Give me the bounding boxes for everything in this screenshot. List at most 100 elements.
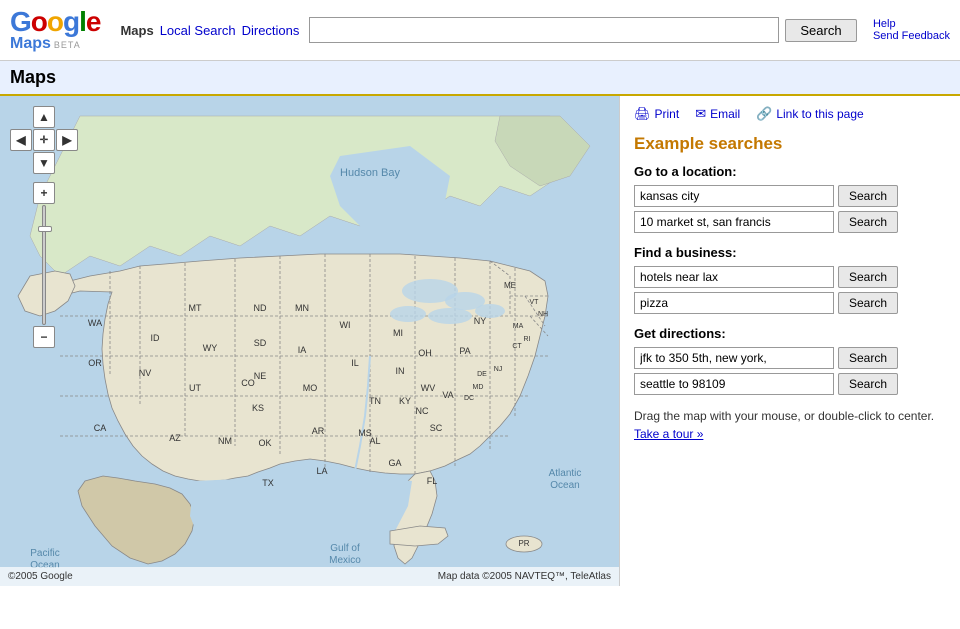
svg-text:AZ: AZ xyxy=(169,433,181,443)
nav-local-search-link[interactable]: Local Search xyxy=(160,23,236,38)
map-svg: WA OR CA NV ID MT WY UT AZ NM CO ND SD N… xyxy=(0,96,620,586)
find-business-section: Find a business: Search Search xyxy=(634,245,946,314)
svg-text:IL: IL xyxy=(351,358,359,368)
svg-text:OR: OR xyxy=(88,358,102,368)
nav-links: Maps Local Search Directions xyxy=(120,23,299,38)
svg-text:UT: UT xyxy=(189,383,201,393)
drag-info: Drag the map with your mouse, or double-… xyxy=(634,407,946,443)
svg-text:TX: TX xyxy=(262,478,274,488)
location-example-input-1[interactable] xyxy=(634,185,834,207)
help-link[interactable]: Help xyxy=(873,18,950,30)
search-input[interactable] xyxy=(309,17,779,43)
svg-text:Mexico: Mexico xyxy=(329,555,361,566)
svg-text:SD: SD xyxy=(254,338,267,348)
svg-text:RI: RI xyxy=(524,336,531,343)
svg-text:WA: WA xyxy=(88,318,102,328)
search-bar: Search xyxy=(309,17,863,43)
svg-text:AR: AR xyxy=(312,426,325,436)
directions-search-btn-1[interactable]: Search xyxy=(838,347,898,369)
go-to-location-label: Go to a location: xyxy=(634,164,946,179)
print-link[interactable]: 🖨 Print xyxy=(634,106,679,122)
directions-example-row-2: Search xyxy=(634,373,946,395)
business-example-row-1: Search xyxy=(634,266,946,288)
zoom-thumb[interactable] xyxy=(38,226,52,232)
pan-center-button[interactable]: ✛ xyxy=(33,129,55,151)
svg-text:NV: NV xyxy=(139,368,152,378)
svg-text:Ocean: Ocean xyxy=(550,480,579,491)
pan-up-button[interactable]: ▲ xyxy=(33,106,55,128)
svg-text:ME: ME xyxy=(504,281,516,290)
map-container[interactable]: WA OR CA NV ID MT WY UT AZ NM CO ND SD N… xyxy=(0,96,620,586)
drag-info-text: Drag the map with your mouse, or double-… xyxy=(634,409,934,423)
svg-text:FL: FL xyxy=(427,476,438,486)
location-example-row-1: Search xyxy=(634,185,946,207)
directions-example-input-1[interactable] xyxy=(634,347,834,369)
svg-text:CT: CT xyxy=(512,343,522,350)
google-logo: Google xyxy=(10,8,100,36)
svg-text:DC: DC xyxy=(464,395,474,402)
directions-example-input-2[interactable] xyxy=(634,373,834,395)
svg-text:TN: TN xyxy=(369,396,381,406)
feedback-link[interactable]: Send Feedback xyxy=(873,30,950,42)
find-business-label: Find a business: xyxy=(634,245,946,260)
location-example-input-2[interactable] xyxy=(634,211,834,233)
map-controls: ▲ ◀ ✛ ▶ ▼ + − xyxy=(10,106,78,348)
get-directions-section: Get directions: Search Search xyxy=(634,326,946,395)
svg-text:Atlantic: Atlantic xyxy=(549,468,582,479)
zoom-slider[interactable]: + − xyxy=(33,182,55,348)
location-example-row-2: Search xyxy=(634,211,946,233)
svg-text:DE: DE xyxy=(477,371,487,378)
svg-text:VA: VA xyxy=(442,390,453,400)
directions-example-row-1: Search xyxy=(634,347,946,369)
business-search-btn-1[interactable]: Search xyxy=(838,266,898,288)
zoom-track[interactable] xyxy=(42,205,46,325)
svg-text:WI: WI xyxy=(340,320,351,330)
right-panel: 🖨 Print ✉ Email 🔗 Link to this page Exam… xyxy=(620,96,960,586)
svg-text:MA: MA xyxy=(513,323,524,330)
svg-text:CA: CA xyxy=(94,423,107,433)
svg-text:PA: PA xyxy=(459,346,470,356)
svg-text:NH: NH xyxy=(538,311,548,318)
pan-down-button[interactable]: ▼ xyxy=(33,152,55,174)
svg-text:CO: CO xyxy=(241,378,255,388)
maps-logo-text: Maps xyxy=(10,36,51,52)
action-links: 🖨 Print ✉ Email 🔗 Link to this page xyxy=(634,106,946,122)
svg-text:VT: VT xyxy=(530,299,540,306)
svg-text:ND: ND xyxy=(254,303,267,313)
email-link[interactable]: ✉ Email xyxy=(695,106,740,122)
svg-text:MT: MT xyxy=(189,303,202,313)
map-footer: ©2005 Google Map data ©2005 NAVTEQ™, Tel… xyxy=(0,567,619,586)
svg-text:NM: NM xyxy=(218,436,232,446)
header-help-links: Help Send Feedback xyxy=(873,18,950,42)
svg-text:WY: WY xyxy=(203,343,218,353)
business-example-input-2[interactable] xyxy=(634,292,834,314)
search-button[interactable]: Search xyxy=(785,19,856,42)
svg-text:KS: KS xyxy=(252,403,264,413)
svg-text:NC: NC xyxy=(416,406,429,416)
pan-left-button[interactable]: ◀ xyxy=(10,129,32,151)
main-content: WA OR CA NV ID MT WY UT AZ NM CO ND SD N… xyxy=(0,96,960,586)
tour-link[interactable]: Take a tour » xyxy=(634,427,703,441)
svg-text:MD: MD xyxy=(473,384,484,391)
pan-right-button[interactable]: ▶ xyxy=(56,129,78,151)
link-to-page-link[interactable]: 🔗 Link to this page xyxy=(756,106,864,122)
svg-text:IN: IN xyxy=(396,366,405,376)
zoom-in-button[interactable]: + xyxy=(33,182,55,204)
svg-text:LA: LA xyxy=(316,466,327,476)
location-search-btn-2[interactable]: Search xyxy=(838,211,898,233)
zoom-out-button[interactable]: − xyxy=(33,326,55,348)
nav-directions-link[interactable]: Directions xyxy=(242,23,300,38)
location-search-btn-1[interactable]: Search xyxy=(838,185,898,207)
link-to-page-label: Link to this page xyxy=(776,107,863,121)
svg-text:GA: GA xyxy=(388,458,401,468)
svg-text:NY: NY xyxy=(474,316,487,326)
svg-text:NE: NE xyxy=(254,371,267,381)
svg-text:Pacific: Pacific xyxy=(30,548,59,559)
go-to-location-section: Go to a location: Search Search xyxy=(634,164,946,233)
directions-search-btn-2[interactable]: Search xyxy=(838,373,898,395)
svg-text:KY: KY xyxy=(399,396,411,406)
svg-text:AL: AL xyxy=(369,436,380,446)
business-example-input-1[interactable] xyxy=(634,266,834,288)
svg-text:MN: MN xyxy=(295,303,309,313)
business-search-btn-2[interactable]: Search xyxy=(838,292,898,314)
